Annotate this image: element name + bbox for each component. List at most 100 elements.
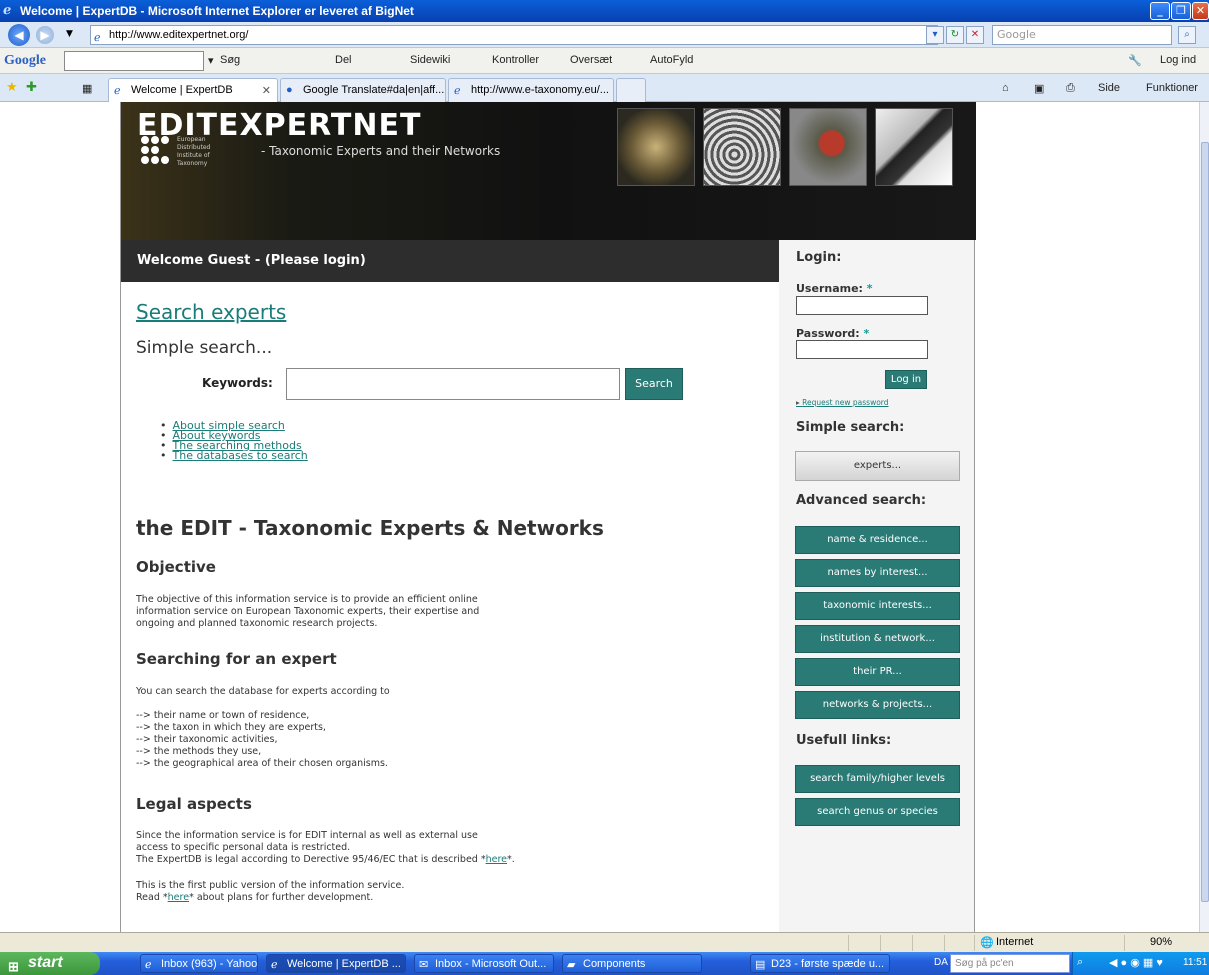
stop-icon[interactable]: ✕ [966, 26, 984, 44]
windows-flag-icon: ⊞ [8, 959, 19, 974]
password-label: Password: * [796, 327, 870, 340]
welcome-text: Welcome Guest - (Please login) [137, 253, 366, 268]
institution-network-button[interactable]: institution & network... [795, 625, 960, 653]
username-input[interactable] [796, 296, 928, 315]
simple-search-title: Simple search: [796, 420, 905, 435]
toolbar-item-oversaet[interactable]: Oversæt [570, 54, 612, 66]
databases-link[interactable]: The databases to search [173, 449, 308, 462]
tab-bar: ★ ✚ ▦ ℯ Welcome | ExpertDB ✕ ● Google Tr… [0, 74, 1209, 102]
back-button[interactable]: ◀ [8, 24, 30, 46]
name-residence-button[interactable]: name & residence... [795, 526, 960, 554]
maximize-button[interactable]: ❐ [1171, 2, 1191, 20]
networks-projects-button[interactable]: networks & projects... [795, 691, 960, 719]
close-button[interactable]: ✕ [1192, 2, 1209, 20]
add-favorites-icon[interactable]: ✚ [26, 79, 37, 95]
search-button[interactable]: Search [625, 368, 683, 400]
banner-photo-worm [875, 108, 953, 186]
url-dropdown-button[interactable]: ▾ [926, 26, 944, 44]
banner-photo-fossil [617, 108, 695, 186]
search-experts-link[interactable]: Search experts [136, 300, 286, 324]
taskbar-item-expertdb[interactable]: ℯ Welcome | ExpertDB ... [266, 954, 406, 973]
edit-heading: the EDIT - Taxonomic Experts & Networks [136, 516, 604, 540]
tab-welcome-expertdb[interactable]: ℯ Welcome | ExpertDB ✕ [108, 78, 278, 102]
toolbar-item-autofyld[interactable]: AutoFyld [650, 54, 693, 66]
toolbar-item-sog[interactable]: Søg [220, 54, 240, 66]
google-search-dropdown-icon[interactable]: ▾ [208, 54, 214, 67]
window-title-bar: ℯ Welcome | ExpertDB - Microsoft Interne… [0, 0, 1209, 22]
searching-list: --> their name or town of residence, -->… [136, 710, 388, 769]
close-tab-icon[interactable]: ✕ [262, 84, 271, 97]
tab-google-translate[interactable]: ● Google Translate#da|en|aff... [280, 78, 446, 102]
edit-logo-text: European Distributed Institute of Taxono… [177, 136, 211, 167]
favorites-star-icon[interactable]: ★ [6, 79, 18, 95]
web-search-input[interactable]: Google [992, 25, 1172, 45]
banner-photo-shell [703, 108, 781, 186]
google-icon: ● [286, 84, 293, 96]
desktop-search-input[interactable]: Søg på pc'en [950, 954, 1070, 973]
ie-icon: ℯ [3, 3, 12, 18]
password-input[interactable] [796, 340, 928, 359]
request-password-link[interactable]: Request new password [796, 398, 888, 407]
keywords-input[interactable] [286, 368, 620, 400]
site-tagline: - Taxonomic Experts and their Networks [261, 144, 501, 158]
objective-heading: Objective [136, 558, 216, 576]
feeds-icon[interactable]: ▣ [1034, 82, 1044, 95]
document-icon: ▤ [755, 959, 766, 971]
google-login-link[interactable]: Log ind [1160, 54, 1196, 66]
their-pr-button[interactable]: their PR... [795, 658, 960, 686]
search-icon[interactable]: ⌕ [1077, 956, 1083, 969]
search-icon[interactable]: ⌕ [1178, 26, 1196, 44]
new-tab-button[interactable] [616, 78, 646, 102]
search-genus-button[interactable]: search genus or species [795, 798, 960, 826]
history-dropdown-icon[interactable]: ▼ [66, 29, 73, 39]
wrench-icon[interactable]: 🔧 [1128, 54, 1142, 67]
zoom-control[interactable]: 90% [1150, 936, 1172, 948]
system-tray: ⌕ ◀ ● ◉ ▦ ♥ 11:51 [1072, 952, 1209, 975]
quick-tabs-icon[interactable]: ▦ [82, 82, 92, 95]
toolbar-item-del[interactable]: Del [335, 54, 352, 66]
taxonomic-interests-button[interactable]: taxonomic interests... [795, 592, 960, 620]
login-button[interactable]: Log in [885, 370, 927, 389]
taskbar-item-d23[interactable]: ▤ D23 - første spæde u... [750, 954, 890, 973]
url-input[interactable]: ℯ http://www.editexpertnet.org/ [90, 25, 938, 45]
taskbar-item-yahoo[interactable]: ℯInbox (963) - Yahoo! ... [140, 954, 258, 973]
development-here-link[interactable]: here [168, 892, 189, 903]
site-banner: EDITEXPERTNET - Taxonomic Experts and th… [121, 102, 976, 240]
page-icon: ℯ [454, 85, 461, 97]
google-toolbar: Google ▾ Søg Del Sidewiki Kontroller Ove… [0, 48, 1209, 74]
home-icon[interactable]: ⌂ [1002, 82, 1009, 94]
taskbar-item-outlook[interactable]: ✉ Inbox - Microsoft Out... [414, 954, 554, 973]
simple-search-heading: Simple search... [136, 338, 273, 358]
experts-button[interactable]: experts... [795, 451, 960, 481]
clock: 11:51 [1183, 957, 1208, 968]
toolbar-item-sidewiki[interactable]: Sidewiki [410, 54, 450, 66]
login-title: Login: [796, 250, 842, 265]
directive-here-link[interactable]: here [486, 854, 507, 865]
toolbar-item-kontroller[interactable]: Kontroller [492, 54, 539, 66]
windows-taskbar: ⊞start ℯInbox (963) - Yahoo! ... ℯWelcom… [0, 952, 1209, 975]
page-menu[interactable]: Side [1098, 82, 1120, 94]
objective-text: The objective of this information servic… [136, 594, 480, 629]
page-icon: ℯ [94, 32, 101, 44]
vertical-scrollbar[interactable] [1199, 102, 1209, 932]
scrollbar-thumb[interactable] [1201, 142, 1209, 902]
forward-button[interactable]: ▶ [36, 26, 54, 44]
outlook-icon: ✉ [419, 959, 429, 971]
folder-icon: ▰ [567, 959, 576, 971]
page-icon: ℯ [114, 85, 121, 97]
search-family-button[interactable]: search family/higher levels [795, 765, 960, 793]
address-bar: ◀ ▶ ▼ ℯ http://www.editexpertnet.org/ ▾ … [0, 22, 1209, 48]
start-button[interactable]: ⊞ start [0, 952, 100, 975]
tab-e-taxonomy[interactable]: ℯ http://www.e-taxonomy.eu/... [448, 78, 614, 102]
taskbar-item-components[interactable]: ▰ Components [562, 954, 702, 973]
minimize-button[interactable]: _ [1150, 2, 1170, 20]
names-by-interest-button[interactable]: names by interest... [795, 559, 960, 587]
google-search-input[interactable] [64, 51, 204, 71]
tools-menu[interactable]: Funktioner [1146, 82, 1198, 94]
language-indicator[interactable]: DA [934, 957, 948, 968]
welcome-bar: Welcome Guest - (Please login) [121, 240, 779, 282]
print-icon[interactable]: ⎙ [1066, 82, 1075, 95]
refresh-icon[interactable]: ↻ [946, 26, 964, 44]
site-container: EDITEXPERTNET - Taxonomic Experts and th… [120, 102, 976, 932]
tray-icons[interactable]: ◀ ● ◉ ▦ ♥ [1109, 956, 1163, 969]
